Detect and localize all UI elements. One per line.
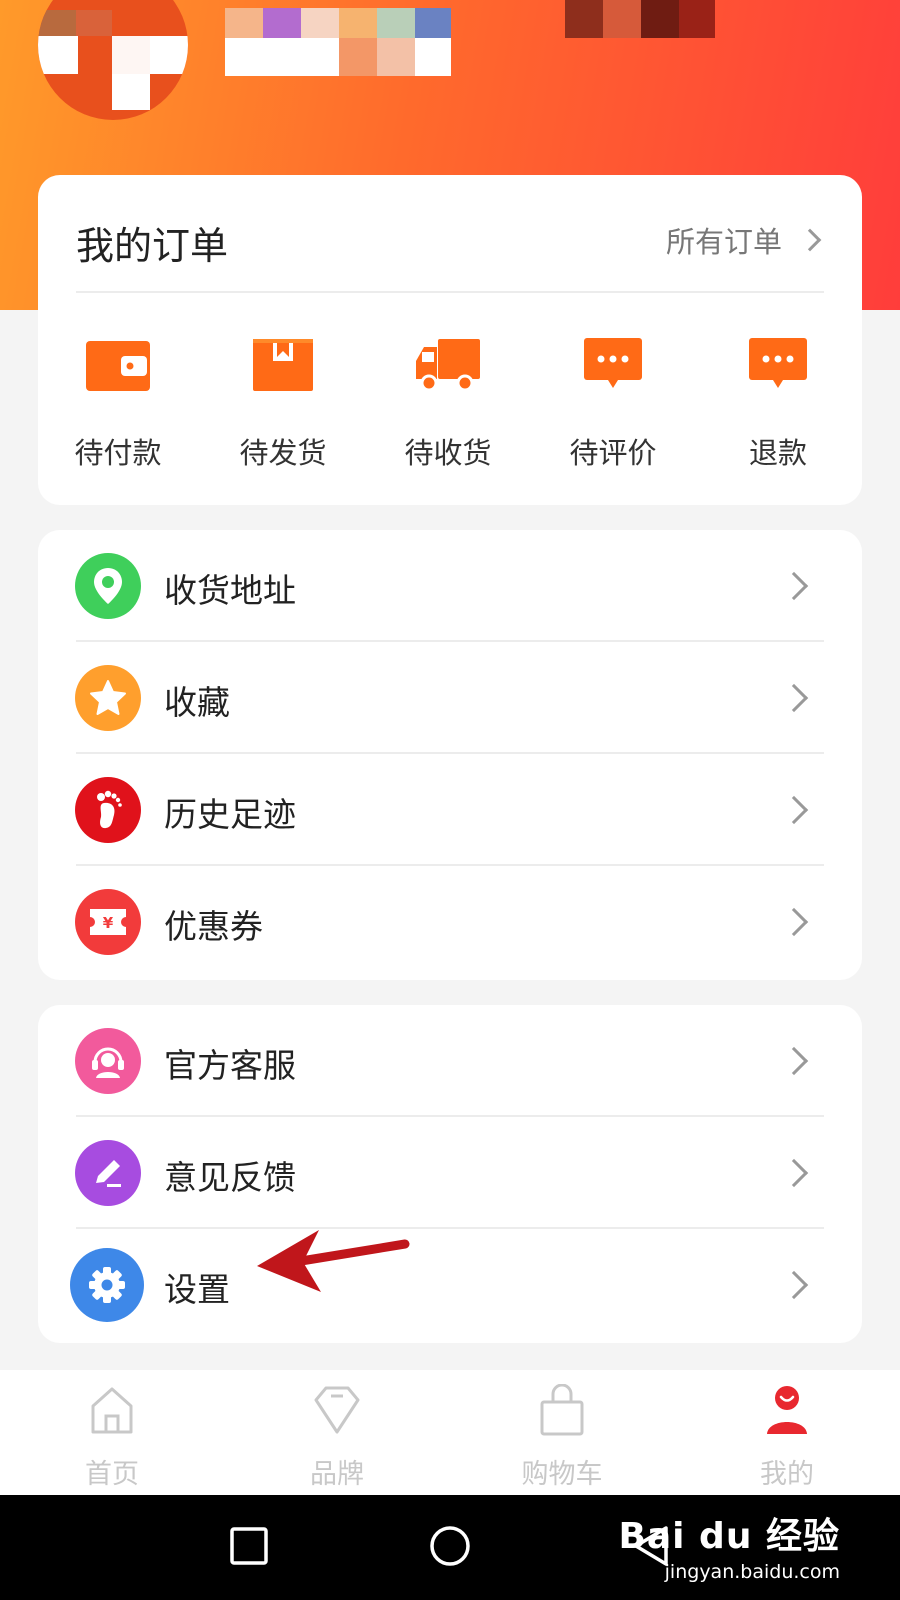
annotation-arrow <box>257 1230 410 1292</box>
gear-icon <box>70 1248 144 1322</box>
menu-item-settings[interactable]: 设置 <box>38 1229 862 1341</box>
order-status-label: 待发货 <box>239 436 327 470</box>
svg-text:¥: ¥ <box>103 914 114 932</box>
system-navigation-bar: Bai du 经验 jingyan.baidu.com <box>0 1495 900 1600</box>
headset-icon <box>75 1028 141 1094</box>
chevron-right-icon <box>779 1046 809 1076</box>
package-icon <box>253 339 313 391</box>
chevron-right-icon <box>779 907 809 937</box>
home-circle-icon[interactable] <box>428 1524 472 1568</box>
chevron-right-icon <box>779 1270 809 1300</box>
menu-item-label: 历史足迹 <box>164 795 296 834</box>
all-orders-link[interactable]: 所有订单 <box>666 219 824 261</box>
order-status-row: 待付款 待发货 待收货 待评价 退款 <box>38 335 862 485</box>
chevron-right-icon <box>779 795 809 825</box>
truck-icon <box>416 339 480 392</box>
menu-item-label: 优惠券 <box>164 907 263 946</box>
watermark-logo: Bai du 经验 <box>618 1516 840 1557</box>
tab-label: 首页 <box>85 1459 139 1490</box>
order-status-pending-shipment[interactable]: 待发货 <box>213 335 353 485</box>
user-icon <box>767 1386 807 1434</box>
footprint-icon <box>75 777 141 843</box>
chevron-right-icon <box>779 1158 809 1188</box>
baidu-jingyan-watermark: Bai du 经验 jingyan.baidu.com <box>618 1507 840 1583</box>
menu-item-label: 收货地址 <box>164 571 296 610</box>
order-status-refund[interactable]: 退款 <box>708 335 848 485</box>
order-status-pending-review[interactable]: 待评价 <box>543 335 683 485</box>
location-pin-icon <box>75 553 141 619</box>
wallet-icon <box>86 341 150 391</box>
avatar[interactable] <box>38 0 188 120</box>
menu-item-label: 意见反馈 <box>164 1158 296 1197</box>
watermark-url: jingyan.baidu.com <box>664 1561 840 1583</box>
menu-item-favorites[interactable]: 收藏 <box>38 642 862 754</box>
menu-card-services: 收货地址 收藏 历史足迹 ¥ 优惠券 <box>38 530 862 980</box>
tab-label: 品牌 <box>310 1459 364 1490</box>
order-status-pending-receipt[interactable]: 待收货 <box>378 335 518 485</box>
menu-item-coupons[interactable]: ¥ 优惠券 <box>38 866 862 978</box>
bottom-tab-bar: 首页 品牌 购物车 我的 <box>0 1370 900 1495</box>
coupon-icon: ¥ <box>75 889 141 955</box>
tab-label: 购物车 <box>521 1459 603 1490</box>
orders-card: 我的订单 所有订单 待付款 待发货 待收货 待评价 退款 <box>38 175 862 505</box>
chevron-right-icon <box>798 228 822 252</box>
menu-item-address[interactable]: 收货地址 <box>38 530 862 642</box>
menu-item-history[interactable]: 历史足迹 <box>38 754 862 866</box>
menu-item-label: 官方客服 <box>164 1046 296 1085</box>
chevron-right-icon <box>779 683 809 713</box>
all-orders-label: 所有订单 <box>665 225 782 259</box>
menu-item-customer-service[interactable]: 官方客服 <box>38 1005 862 1117</box>
orders-header: 我的订单 所有订单 <box>76 175 824 293</box>
tab-brands[interactable]: 品牌 <box>267 1370 407 1495</box>
comment-icon <box>584 338 642 388</box>
shopping-bag-icon <box>540 1384 584 1436</box>
menu-card-support: 官方客服 意见反馈 设置 <box>38 1005 862 1343</box>
order-status-label: 退款 <box>748 436 807 470</box>
tab-cart[interactable]: 购物车 <box>492 1370 632 1495</box>
order-status-label: 待付款 <box>74 436 162 470</box>
tab-home[interactable]: 首页 <box>42 1370 182 1495</box>
tab-label: 我的 <box>760 1459 814 1490</box>
orders-title: 我的订单 <box>76 224 229 268</box>
recent-apps-icon[interactable] <box>229 1526 269 1566</box>
edit-icon <box>75 1140 141 1206</box>
diamond-icon <box>314 1386 360 1434</box>
menu-item-label: 收藏 <box>164 683 230 722</box>
order-status-label: 待收货 <box>404 436 492 470</box>
chevron-right-icon <box>779 571 809 601</box>
tab-me[interactable]: 我的 <box>717 1370 857 1495</box>
order-status-pending-payment[interactable]: 待付款 <box>48 335 188 485</box>
menu-item-feedback[interactable]: 意见反馈 <box>38 1117 862 1229</box>
refund-icon <box>749 338 807 388</box>
order-status-label: 待评价 <box>569 436 657 470</box>
home-icon <box>91 1387 133 1434</box>
menu-item-label: 设置 <box>164 1270 230 1309</box>
star-icon <box>75 665 141 731</box>
